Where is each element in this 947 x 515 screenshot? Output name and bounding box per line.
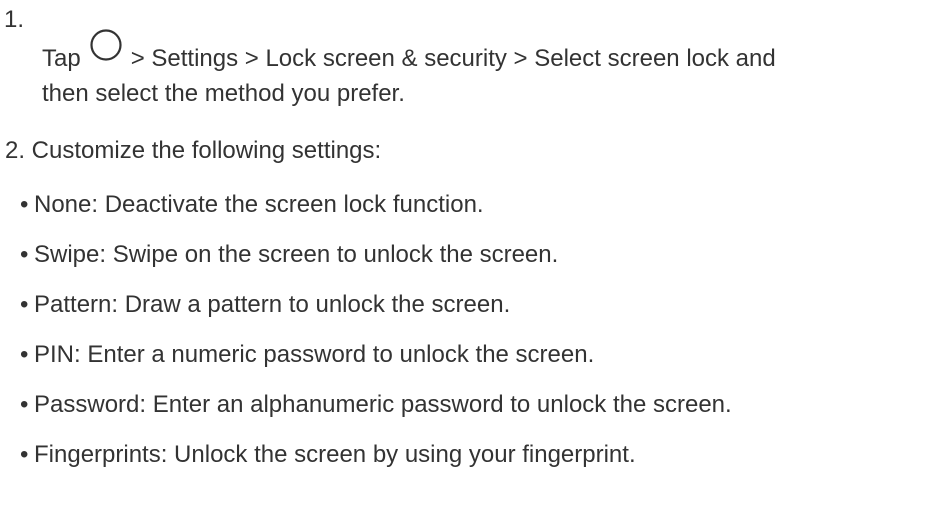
step-1: 1. Tap > Settings > Lock screen & securi… (0, 0, 947, 107)
bullet-icon: • (20, 241, 29, 268)
list-item: • Swipe: Swipe on the screen to unlock th… (20, 240, 732, 290)
list-item: • Password: Enter an alphanumeric passwor… (20, 390, 732, 440)
list-item: • PIN: Enter a numeric password to unlock… (20, 340, 732, 390)
step-1-prefix: Tap (42, 45, 81, 72)
bullet-icon: • (20, 341, 29, 368)
option-text: None: Deactivate the screen lock functio… (34, 191, 484, 218)
list-item: • Pattern: Draw a pattern to unlock the s… (20, 290, 732, 340)
option-text: Password: Enter an alphanumeric password… (34, 391, 732, 418)
option-text: Swipe: Swipe on the screen to unlock the… (34, 241, 559, 268)
option-text: Fingerprints: Unlock the screen by using… (34, 441, 636, 468)
bullet-icon: • (20, 191, 29, 218)
step-1-line: Tap > Settings > Lock screen & security … (42, 29, 776, 74)
step-1-continuation: then select the method you prefer. (42, 80, 405, 107)
bullet-icon: • (20, 441, 29, 468)
bullet-icon: • (20, 291, 29, 318)
list-item: • None: Deactivate the screen lock functi… (20, 190, 732, 240)
step-1-path-text: > Settings > Lock screen & security > Se… (130, 45, 776, 72)
step-2: 2. Customize the following settings: (5, 137, 382, 164)
bullet-icon: • (20, 391, 29, 418)
step-1-number: 1. (4, 6, 25, 33)
option-text: PIN: Enter a numeric password to unlock … (34, 341, 595, 368)
list-item: • Fingerprints: Unlock the screen by usin… (20, 440, 732, 490)
home-circle-icon (89, 28, 123, 70)
lock-options-list: • None: Deactivate the screen lock functi… (20, 190, 732, 490)
option-text: Pattern: Draw a pattern to unlock the sc… (34, 291, 511, 318)
